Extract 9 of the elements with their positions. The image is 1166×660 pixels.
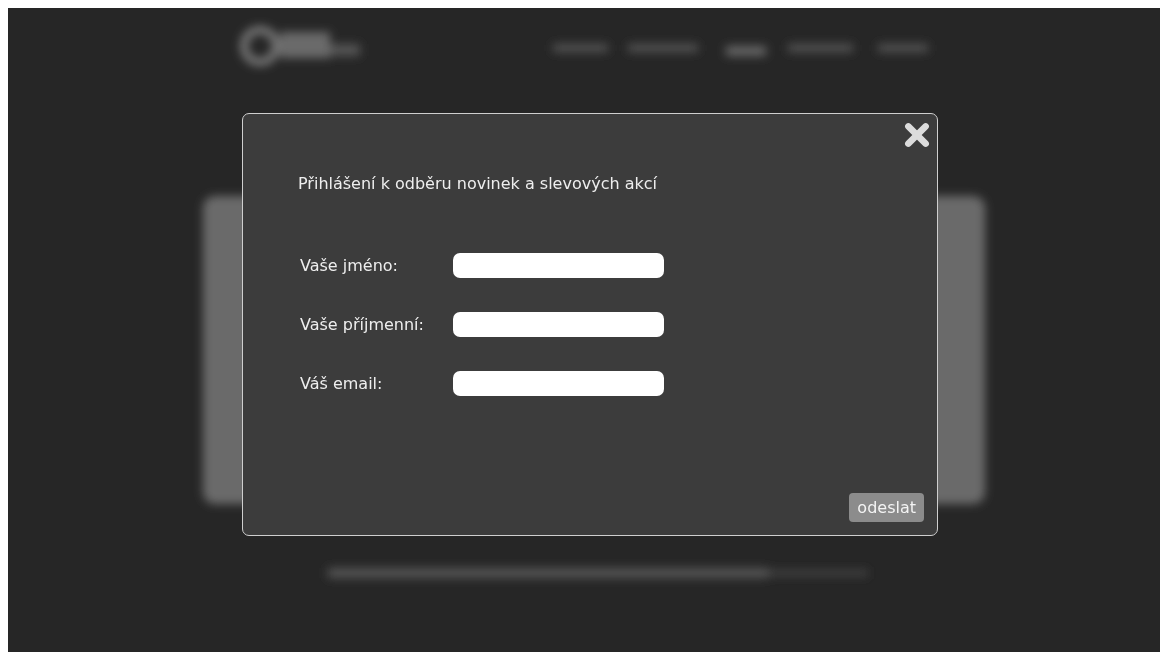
input-field[interactable] xyxy=(453,371,664,396)
field-label: Vaše příjmenní: xyxy=(299,315,425,334)
dialog-title: Přihlášení k odběru novinek a slevových akcí xyxy=(298,174,658,193)
field-label: Váš email: xyxy=(299,374,384,393)
field-label: Vaše jméno: xyxy=(299,256,399,275)
close-icon[interactable] xyxy=(904,122,930,148)
input-field[interactable] xyxy=(453,312,664,337)
input-field[interactable] xyxy=(453,253,664,278)
submit-button[interactable]: odeslat xyxy=(849,493,924,522)
